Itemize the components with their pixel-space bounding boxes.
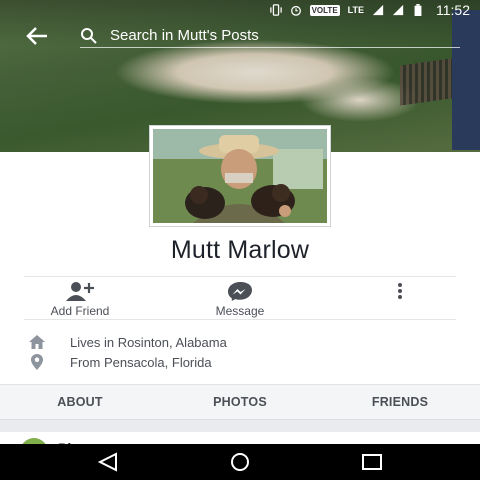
nav-home-icon — [231, 453, 249, 471]
signal-icon — [372, 4, 384, 16]
messenger-icon — [225, 281, 255, 301]
vibrate-icon — [269, 4, 282, 16]
profile-photo-illustration — [153, 129, 327, 223]
nav-back-icon — [97, 452, 117, 472]
navigation-bar — [0, 444, 480, 480]
more-options-button[interactable] — [388, 281, 412, 321]
info-lives-in: Lives in Rosinton, Alabama — [28, 332, 227, 352]
from-text: From Pensacola, Florida — [70, 354, 212, 370]
add-friend-button[interactable]: Add Friend — [38, 281, 122, 321]
nav-recents-button[interactable] — [360, 452, 384, 472]
home-icon — [28, 334, 46, 350]
message-label: Message — [215, 304, 265, 318]
network-type: LTE — [347, 5, 364, 15]
search-input[interactable] — [110, 27, 450, 44]
message-button[interactable]: Message — [200, 281, 280, 321]
feed-peek: Ph — [0, 432, 480, 444]
search-icon — [81, 27, 97, 44]
profile-tabs: ABOUT PHOTOS FRIENDS — [0, 384, 480, 420]
back-arrow-icon[interactable] — [24, 24, 50, 48]
profile-picture[interactable] — [149, 125, 331, 227]
lives-in-text: Lives in Rosinton, Alabama — [70, 334, 227, 350]
profile-name: Mutt Marlow — [170, 236, 310, 264]
tab-about[interactable]: ABOUT — [0, 385, 160, 419]
volte-badge: VOLTE — [309, 4, 340, 16]
status-bar: VOLTE LTE 11:52 — [0, 0, 480, 20]
nav-recents-icon — [362, 454, 382, 470]
add-friend-icon — [65, 281, 95, 301]
tab-friends[interactable]: FRIENDS — [320, 385, 480, 419]
battery-icon — [414, 4, 422, 16]
add-friend-label: Add Friend — [50, 304, 110, 318]
clock: 11:52 — [436, 2, 470, 18]
top-bar — [0, 22, 480, 50]
location-pin-icon — [28, 354, 46, 370]
alarm-icon — [290, 5, 301, 16]
more-vertical-icon — [385, 281, 415, 301]
signal-2-icon — [392, 4, 404, 16]
nav-home-button[interactable] — [228, 452, 252, 472]
nav-back-button[interactable] — [96, 452, 120, 472]
tab-photos[interactable]: PHOTOS — [160, 385, 320, 419]
info-from: From Pensacola, Florida — [28, 352, 212, 372]
search-bar[interactable] — [80, 24, 460, 48]
section-divider — [0, 420, 480, 432]
profile-photo — [153, 129, 327, 223]
profile-actions: Add Friend Message — [24, 276, 456, 320]
